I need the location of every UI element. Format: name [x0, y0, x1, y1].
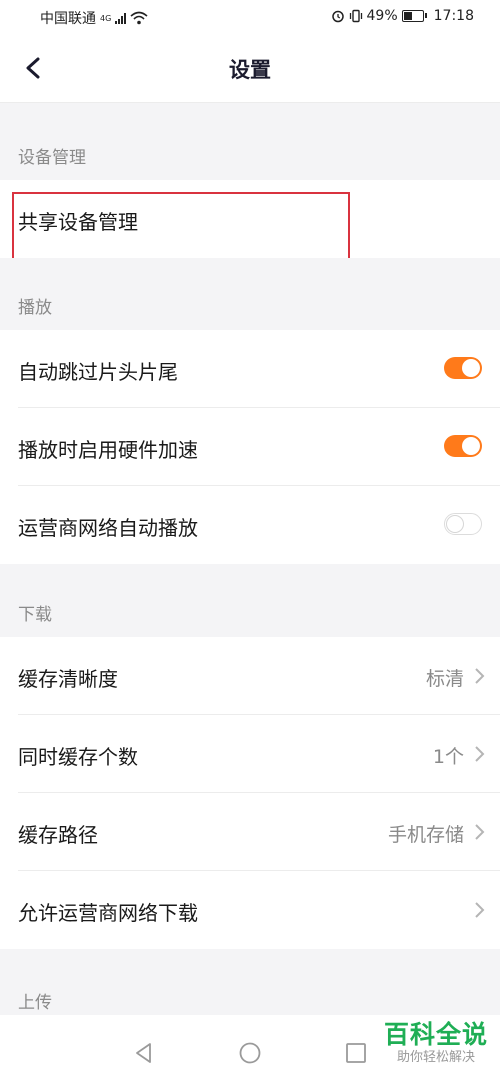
- row-label: 缓存清晰度: [18, 667, 118, 691]
- wifi-icon: [130, 11, 148, 25]
- chevron-right-icon: [475, 746, 485, 762]
- row-value: 1个: [432, 746, 464, 768]
- row-label: 自动跳过片头片尾: [18, 360, 178, 384]
- cellular-autoplay-row: 运营商网络自动播放: [0, 486, 500, 564]
- clock: 17:18: [433, 8, 474, 24]
- row-value: 标清: [425, 668, 464, 690]
- shared-device-management-row[interactable]: 共享设备管理: [0, 180, 500, 258]
- chevron-right-icon: [475, 824, 485, 840]
- status-bar: 中国联通 4G 49% 17:18: [0, 0, 500, 34]
- watermark-logo: 百科全说 助你轻松解决: [384, 1020, 488, 1066]
- cache-quality-row[interactable]: 缓存清晰度 标清: [0, 637, 500, 715]
- skip-intro-toggle[interactable]: [444, 357, 482, 379]
- row-label: 播放时启用硬件加速: [18, 438, 198, 462]
- nav-home-icon[interactable]: [238, 1041, 262, 1065]
- carrier-name: 中国联通: [40, 11, 96, 27]
- nav-bar: 设置: [0, 34, 500, 103]
- signal-icon: [115, 12, 127, 24]
- nav-back-icon[interactable]: [132, 1041, 156, 1065]
- network-type: 4G: [100, 13, 112, 23]
- chevron-right-icon: [475, 668, 485, 684]
- watermark-title: 百科全说: [383, 1020, 488, 1049]
- section-title: 下载: [18, 605, 52, 625]
- section-header-download: 下载: [0, 564, 500, 637]
- section-header-playback: 播放: [0, 258, 500, 330]
- chevron-right-icon: [475, 902, 485, 918]
- hardware-accel-toggle[interactable]: [444, 435, 482, 457]
- nav-recents-icon[interactable]: [344, 1041, 368, 1065]
- row-value: 手机存储: [387, 824, 464, 846]
- vibrate-icon: [349, 9, 362, 23]
- section-title: 播放: [18, 298, 52, 318]
- row-label: 允许运营商网络下载: [18, 901, 198, 925]
- row-label: 缓存路径: [18, 823, 98, 847]
- hardware-accel-row: 播放时启用硬件加速: [0, 408, 500, 486]
- section-title: 上传: [18, 993, 52, 1013]
- cellular-autoplay-toggle[interactable]: [444, 513, 482, 535]
- section-title: 设备管理: [18, 148, 86, 168]
- battery-percent: 49%: [366, 8, 398, 24]
- battery-icon: [401, 10, 427, 22]
- section-header-device: 设备管理: [0, 103, 500, 180]
- row-label: 同时缓存个数: [18, 745, 138, 769]
- concurrent-cache-row[interactable]: 同时缓存个数 1个: [0, 715, 500, 793]
- row-label: 运营商网络自动播放: [18, 516, 198, 540]
- page-title: 设置: [229, 58, 271, 82]
- skip-intro-row: 自动跳过片头片尾: [0, 330, 500, 408]
- cache-path-row[interactable]: 缓存路径 手机存储: [0, 793, 500, 871]
- section-header-upload: 上传: [0, 949, 500, 1015]
- watermark-subtitle: 助你轻松解决: [396, 1050, 475, 1065]
- row-label: 共享设备管理: [18, 210, 138, 234]
- cellular-download-row[interactable]: 允许运营商网络下载: [0, 871, 500, 949]
- alarm-icon: [331, 10, 344, 23]
